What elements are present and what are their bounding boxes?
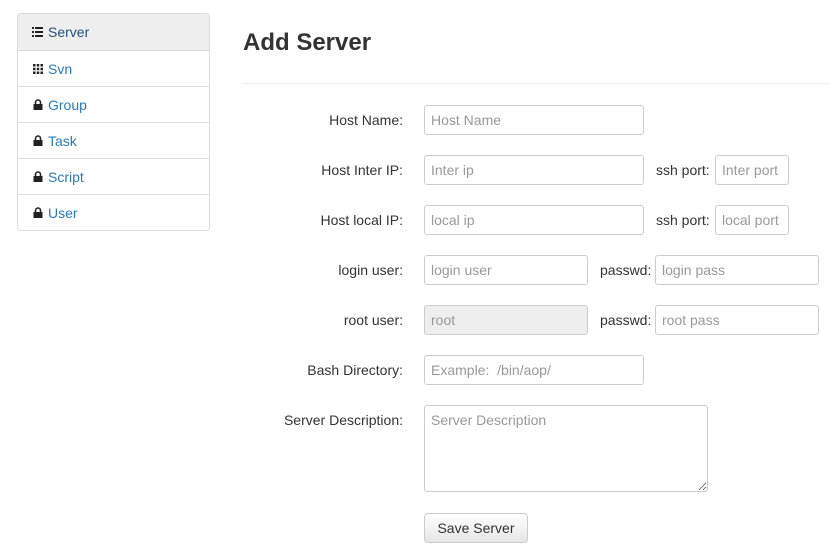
lock-icon [32,99,43,110]
login-passwd-input[interactable] [655,255,819,285]
sidebar-item-group[interactable]: Group [18,86,209,122]
sidebar-item-label: Script [48,168,84,185]
sidebar-item-task[interactable]: Task [18,122,209,158]
root-passwd-label: passwd: [600,312,652,328]
grid-icon [32,63,43,74]
lock-icon [32,171,43,182]
sidebar-item-server[interactable]: Server [18,14,209,50]
local-ssh-port-label: ssh port: [656,212,710,228]
login-passwd-label: passwd: [600,262,652,278]
lock-icon [32,207,43,218]
sidebar-nav: Server Svn Group Task Script User [17,13,210,231]
inter-ssh-port-label: ssh port: [656,162,710,178]
root-user-input [424,305,588,335]
list-icon [32,27,43,38]
server-description-textarea[interactable] [424,405,708,492]
sidebar-item-label: Server [48,24,90,40]
login-user-input[interactable] [424,255,588,285]
save-server-button[interactable]: Save Server [424,513,528,543]
sidebar-item-label: Task [48,132,77,149]
local-ssh-port-input[interactable] [715,205,789,235]
root-user-label: root user: [343,312,403,328]
bash-directory-input[interactable] [424,355,644,385]
lock-icon [32,135,43,146]
host-name-input[interactable] [424,105,644,135]
host-local-ip-input[interactable] [424,205,644,235]
host-inter-ip-input[interactable] [424,155,644,185]
login-user-label: login user: [338,262,403,278]
sidebar-item-script[interactable]: Script [18,158,209,194]
bash-directory-label: Bash Directory: [307,362,403,378]
inter-ssh-port-input[interactable] [715,155,789,185]
host-name-label: Host Name: [329,112,403,128]
title-divider [243,83,830,84]
page-title: Add Server [243,29,372,56]
root-passwd-input[interactable] [655,305,819,335]
sidebar-item-user[interactable]: User [18,194,209,230]
sidebar-item-label: User [48,204,78,221]
sidebar-item-label: Svn [48,60,73,77]
sidebar-item-label: Group [48,96,87,113]
host-inter-ip-label: Host Inter IP: [321,162,403,178]
server-description-label: Server Description: [283,412,403,428]
sidebar-item-svn[interactable]: Svn [18,50,209,86]
host-local-ip-label: Host local IP: [320,212,403,228]
